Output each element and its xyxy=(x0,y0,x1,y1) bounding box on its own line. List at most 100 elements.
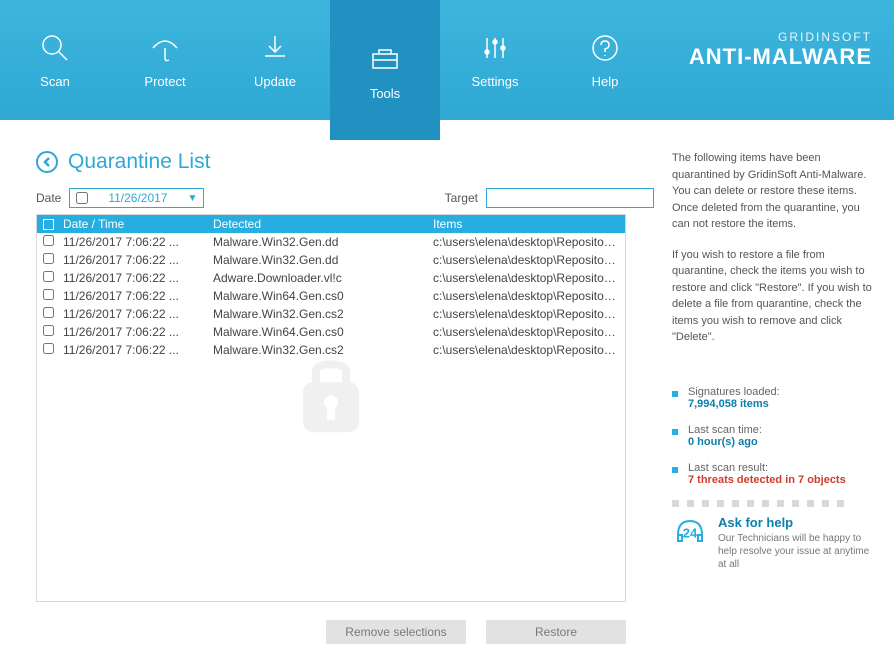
cell-items: c:\users\elena\desktop\Repository_... xyxy=(433,289,625,303)
cell-datetime: 11/26/2017 7:06:22 ... xyxy=(63,325,213,339)
separator-dots xyxy=(672,500,876,507)
date-filter-value: 11/26/2017 xyxy=(108,191,167,205)
stat-value: 0 hour(s) ago xyxy=(688,436,762,448)
help-icon xyxy=(589,32,621,64)
table-row[interactable]: 11/26/2017 7:06:22 ...Malware.Win64.Gen.… xyxy=(37,323,625,341)
date-filter-label: Date xyxy=(36,191,61,205)
restore-button[interactable]: Restore xyxy=(486,620,626,644)
help-subtitle: Our Technicians will be happy to help re… xyxy=(718,532,876,571)
nav-label: Scan xyxy=(40,74,70,89)
col-header-detected[interactable]: Detected xyxy=(213,217,433,231)
row-checkbox[interactable] xyxy=(43,235,54,246)
cell-items: c:\users\elena\desktop\Repository_... xyxy=(433,253,625,267)
target-filter-label: Target xyxy=(445,191,478,205)
right-panel: The following items have been quarantine… xyxy=(654,120,894,654)
sliders-icon xyxy=(479,32,511,64)
row-checkbox[interactable] xyxy=(43,325,54,336)
date-filter-checkbox[interactable] xyxy=(76,192,88,204)
row-checkbox[interactable] xyxy=(43,289,54,300)
stat-label: Last scan result: xyxy=(688,462,846,474)
top-nav: Scan Protect Update Tools Settings Help … xyxy=(0,0,894,120)
filter-row: Date 11/26/2017 ▼ Target xyxy=(36,188,654,208)
ask-for-help[interactable]: 24 Ask for help Our Technicians will be … xyxy=(672,515,876,571)
table-row[interactable]: 11/26/2017 7:06:22 ...Malware.Win64.Gen.… xyxy=(37,287,625,305)
brand-line2: ANTI-MALWARE xyxy=(689,44,872,70)
umbrella-icon xyxy=(149,32,181,64)
date-filter-combo[interactable]: 11/26/2017 ▼ xyxy=(69,188,204,208)
nav-protect[interactable]: Protect xyxy=(110,0,220,120)
cell-detected: Malware.Win32.Gen.cs2 xyxy=(213,343,433,357)
page-title: Quarantine List xyxy=(68,150,210,174)
cell-items: c:\users\elena\desktop\Repository_... xyxy=(433,307,625,321)
cell-datetime: 11/26/2017 7:06:22 ... xyxy=(63,307,213,321)
brand-line1: GRIDINSOFT xyxy=(689,30,872,44)
cell-items: c:\users\elena\desktop\Repository_... xyxy=(433,271,625,285)
back-button[interactable] xyxy=(36,151,58,173)
row-checkbox[interactable] xyxy=(43,271,54,282)
nav-label: Update xyxy=(254,74,296,89)
brand: GRIDINSOFT ANTI-MALWARE xyxy=(689,30,872,70)
table-row[interactable]: 11/26/2017 7:06:22 ...Malware.Win32.Gen.… xyxy=(37,305,625,323)
cell-detected: Malware.Win64.Gen.cs0 xyxy=(213,325,433,339)
stat-signatures: Signatures loaded: 7,994,058 items xyxy=(672,386,876,410)
main: Quarantine List Date 11/26/2017 ▼ Target… xyxy=(0,120,894,654)
remove-selections-button[interactable]: Remove selections xyxy=(326,620,466,644)
cell-items: c:\users\elena\desktop\Repository_... xyxy=(433,343,625,357)
stat-value: 7,994,058 items xyxy=(688,398,780,410)
bullet-icon xyxy=(672,429,678,435)
cell-detected: Malware.Win32.Gen.dd xyxy=(213,235,433,249)
stat-last-scan: Last scan time: 0 hour(s) ago xyxy=(672,424,876,448)
help-title: Ask for help xyxy=(718,515,876,530)
nav-settings[interactable]: Settings xyxy=(440,0,550,120)
search-icon xyxy=(39,32,71,64)
stats: Signatures loaded: 7,994,058 items Last … xyxy=(672,386,876,486)
target-filter-input[interactable] xyxy=(486,188,654,208)
col-header-items[interactable]: Items xyxy=(433,217,625,231)
title-row: Quarantine List xyxy=(36,150,654,174)
table-body: 11/26/2017 7:06:22 ...Malware.Win32.Gen.… xyxy=(37,233,625,359)
headset-icon: 24 xyxy=(672,515,708,551)
row-checkbox[interactable] xyxy=(43,307,54,318)
stat-label: Last scan time: xyxy=(688,424,762,436)
left-panel: Quarantine List Date 11/26/2017 ▼ Target… xyxy=(0,120,654,654)
cell-detected: Malware.Win32.Gen.cs2 xyxy=(213,307,433,321)
cell-datetime: 11/26/2017 7:06:22 ... xyxy=(63,289,213,303)
download-icon xyxy=(259,32,291,64)
bullet-icon xyxy=(672,467,678,473)
chevron-left-icon xyxy=(41,156,53,168)
nav-update[interactable]: Update xyxy=(220,0,330,120)
nav-label: Protect xyxy=(144,74,185,89)
cell-datetime: 11/26/2017 7:06:22 ... xyxy=(63,271,213,285)
info-paragraph: If you wish to restore a file from quara… xyxy=(672,247,876,346)
cell-items: c:\users\elena\desktop\Repository_... xyxy=(433,235,625,249)
stat-result: Last scan result: 7 threats detected in … xyxy=(672,462,876,486)
cell-datetime: 11/26/2017 7:06:22 ... xyxy=(63,253,213,267)
info-paragraph: The following items have been quarantine… xyxy=(672,150,876,233)
select-all-checkbox[interactable] xyxy=(43,219,54,230)
cell-detected: Malware.Win32.Gen.dd xyxy=(213,253,433,267)
bullet-icon xyxy=(672,391,678,397)
col-header-datetime[interactable]: Date / Time xyxy=(63,217,213,231)
action-buttons: Remove selections Restore xyxy=(36,620,626,644)
row-checkbox[interactable] xyxy=(43,253,54,264)
toolbox-icon xyxy=(367,40,403,76)
table-row[interactable]: 11/26/2017 7:06:22 ...Malware.Win32.Gen.… xyxy=(37,251,625,269)
row-checkbox[interactable] xyxy=(43,343,54,354)
cell-detected: Adware.Downloader.vl!c xyxy=(213,271,433,285)
chevron-down-icon: ▼ xyxy=(187,193,197,204)
nav-scan[interactable]: Scan xyxy=(0,0,110,120)
table-row[interactable]: 11/26/2017 7:06:22 ...Malware.Win32.Gen.… xyxy=(37,341,625,359)
help-number: 24 xyxy=(683,525,697,540)
quarantine-table: Date / Time Detected Items 11/26/2017 7:… xyxy=(36,214,626,602)
cell-items: c:\users\elena\desktop\Repository_... xyxy=(433,325,625,339)
table-row[interactable]: 11/26/2017 7:06:22 ...Malware.Win32.Gen.… xyxy=(37,233,625,251)
cell-datetime: 11/26/2017 7:06:22 ... xyxy=(63,343,213,357)
stat-value: 7 threats detected in 7 objects xyxy=(688,474,846,486)
nav-label: Help xyxy=(592,74,619,89)
nav-label: Tools xyxy=(370,86,400,101)
stat-label: Signatures loaded: xyxy=(688,386,780,398)
table-row[interactable]: 11/26/2017 7:06:22 ...Adware.Downloader.… xyxy=(37,269,625,287)
cell-detected: Malware.Win64.Gen.cs0 xyxy=(213,289,433,303)
nav-tools[interactable]: Tools xyxy=(330,0,440,140)
nav-help[interactable]: Help xyxy=(550,0,660,120)
